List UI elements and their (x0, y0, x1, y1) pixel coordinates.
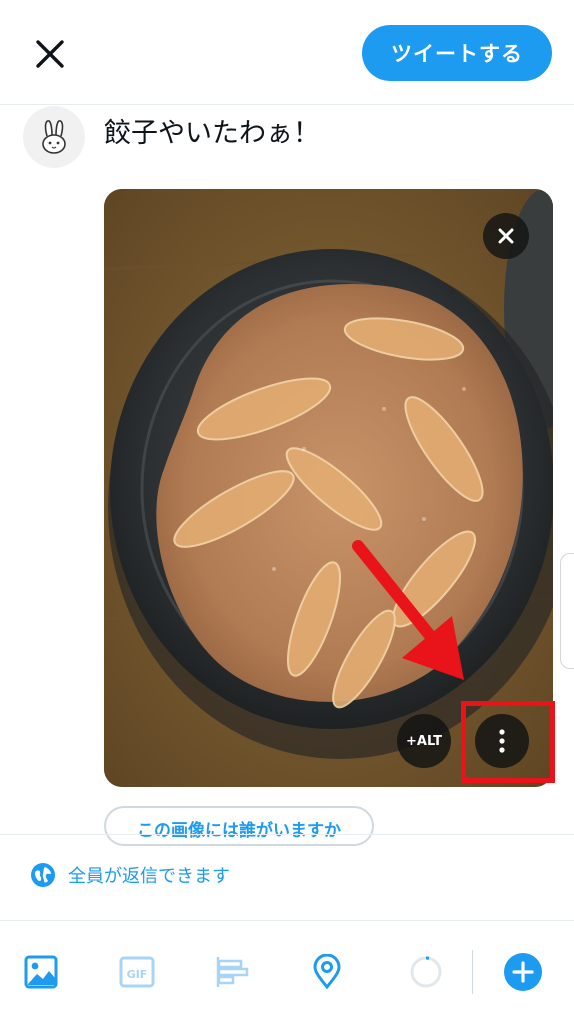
red-highlight-box (461, 701, 555, 783)
add-gif-button[interactable]: GIF (117, 952, 157, 992)
close-icon (36, 40, 64, 68)
add-poll-button[interactable] (212, 952, 252, 992)
reply-setting-button[interactable]: 全員が返信できます (30, 862, 230, 888)
red-arrow-annotation (352, 540, 464, 680)
progress-ring-icon (410, 956, 442, 988)
toolbar-divider (472, 950, 473, 994)
gif-icon: GIF (119, 956, 155, 988)
close-icon (498, 228, 514, 244)
close-compose-button[interactable] (30, 34, 70, 74)
poll-icon (216, 957, 249, 987)
divider (0, 834, 574, 835)
character-count-ring (406, 952, 446, 992)
tweet-button[interactable]: ツイートする (362, 25, 552, 81)
tweet-text-input[interactable]: 餃子やいたわぁ！ (104, 112, 320, 156)
reply-setting-label: 全員が返信できます (68, 866, 230, 887)
divider (0, 920, 574, 921)
add-thread-button[interactable] (503, 952, 543, 992)
gif-label: GIF (127, 968, 148, 981)
side-panel-handle[interactable] (560, 553, 574, 669)
compose-header: ツイートする (0, 0, 574, 105)
attached-image[interactable]: +ALT (104, 189, 553, 787)
add-media-button[interactable] (21, 952, 61, 992)
avatar[interactable] (23, 106, 85, 168)
tag-people-button[interactable]: この画像には誰がいますか (104, 806, 374, 846)
rabbit-avatar-icon (42, 120, 66, 154)
globe-icon (31, 863, 55, 887)
remove-image-button[interactable] (483, 213, 529, 259)
location-icon (313, 954, 341, 990)
image-icon (24, 955, 58, 989)
gyoza-photo (104, 189, 553, 787)
alt-text-button[interactable]: +ALT (397, 714, 451, 768)
plus-icon (504, 953, 542, 991)
add-location-button[interactable] (307, 952, 347, 992)
